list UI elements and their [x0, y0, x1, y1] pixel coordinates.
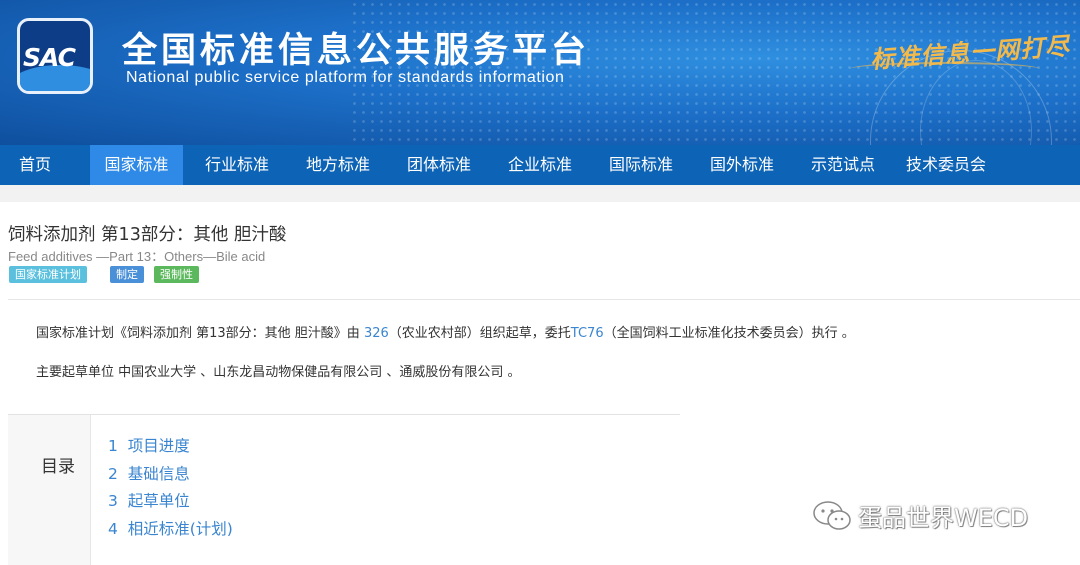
badge-mandatory: 强制性: [154, 266, 199, 283]
toc-item-basic-info[interactable]: 2 基础信息: [108, 462, 190, 484]
toc-item-related-standards[interactable]: 4 相近标准(计划): [108, 517, 233, 539]
toc-item-number: 4: [108, 520, 118, 538]
toc-item-number: 1: [108, 437, 118, 455]
section-gap: [0, 185, 1080, 202]
toc-item-label: 项目进度: [127, 437, 190, 455]
toc-item-label: 起草单位: [127, 492, 190, 510]
nav-item-industry-standards[interactable]: 行业标准: [193, 145, 281, 185]
description-prefix: 国家标准计划《饲料添加剂 第13部分：其他 胆汁酸》由: [36, 326, 364, 341]
org-code-link[interactable]: 326: [364, 326, 389, 341]
site-title: 全国标准信息公共服务平台: [122, 31, 591, 71]
toc-item-number: 3: [108, 492, 118, 510]
badge-plan-type: 国家标准计划: [9, 266, 87, 283]
site-subtitle: National public service platform for sta…: [126, 69, 565, 86]
toc-item-number: 2: [108, 465, 118, 483]
badge-status: 制定: [110, 266, 144, 283]
toc-item-label: 相近标准(计划): [127, 520, 233, 538]
nav-item-local-standards[interactable]: 地方标准: [294, 145, 382, 185]
divider: [8, 299, 1080, 300]
description-line-1: 国家标准计划《饲料添加剂 第13部分：其他 胆汁酸》由 326（农业农村部）组织…: [36, 322, 855, 341]
table-of-contents: 目录 1 项目进度 2 基础信息 3 起草单位 4 相近标准(计划): [8, 414, 680, 565]
toc-item-progress[interactable]: 1 项目进度: [108, 434, 190, 456]
toc-heading-cell: 目录: [8, 415, 91, 565]
drafting-units-line: 主要起草单位 中国农业大学 、山东龙昌动物保健品有限公司 、通威股份有限公司 。: [36, 365, 521, 380]
nav-item-enterprise-standards[interactable]: 企业标准: [496, 145, 584, 185]
standard-title-cn: 饲料添加剂 第13部分：其他 胆汁酸: [8, 225, 287, 245]
toc-heading: 目录: [41, 457, 75, 477]
description-mid: （农业农村部）组织起草，委托: [388, 326, 571, 341]
nav-item-foreign-standards[interactable]: 国外标准: [698, 145, 786, 185]
wechat-icon: [813, 501, 851, 530]
sac-logo[interactable]: SAC: [17, 18, 93, 94]
site-header: SAC 全国标准信息公共服务平台 National public service…: [0, 0, 1080, 145]
nav-item-international-standards[interactable]: 国际标准: [597, 145, 685, 185]
logo-text: SAC: [23, 43, 76, 72]
description-suffix: （全国饲料工业标准化技术委员会）执行 。: [603, 326, 855, 341]
nav-item-group-standards[interactable]: 团体标准: [395, 145, 483, 185]
watermark-text: 蛋品世界WECD: [858, 504, 1029, 532]
nav-item-national-standards[interactable]: 国家标准: [90, 145, 183, 185]
nav-item-pilot-demo[interactable]: 示范试点: [799, 145, 887, 185]
toc-item-drafting-units[interactable]: 3 起草单位: [108, 489, 190, 511]
standard-title-en: Feed additives —Part 13：Others—Bile acid: [8, 249, 266, 264]
nav-item-technical-committees[interactable]: 技术委员会: [896, 145, 996, 185]
tc-code-link[interactable]: TC76: [571, 326, 604, 341]
toc-item-label: 基础信息: [127, 465, 190, 483]
main-nav: 首页 国家标准 行业标准 地方标准 团体标准 企业标准 国际标准 国外标准 示范…: [0, 145, 1080, 185]
nav-item-home[interactable]: 首页: [0, 145, 70, 185]
